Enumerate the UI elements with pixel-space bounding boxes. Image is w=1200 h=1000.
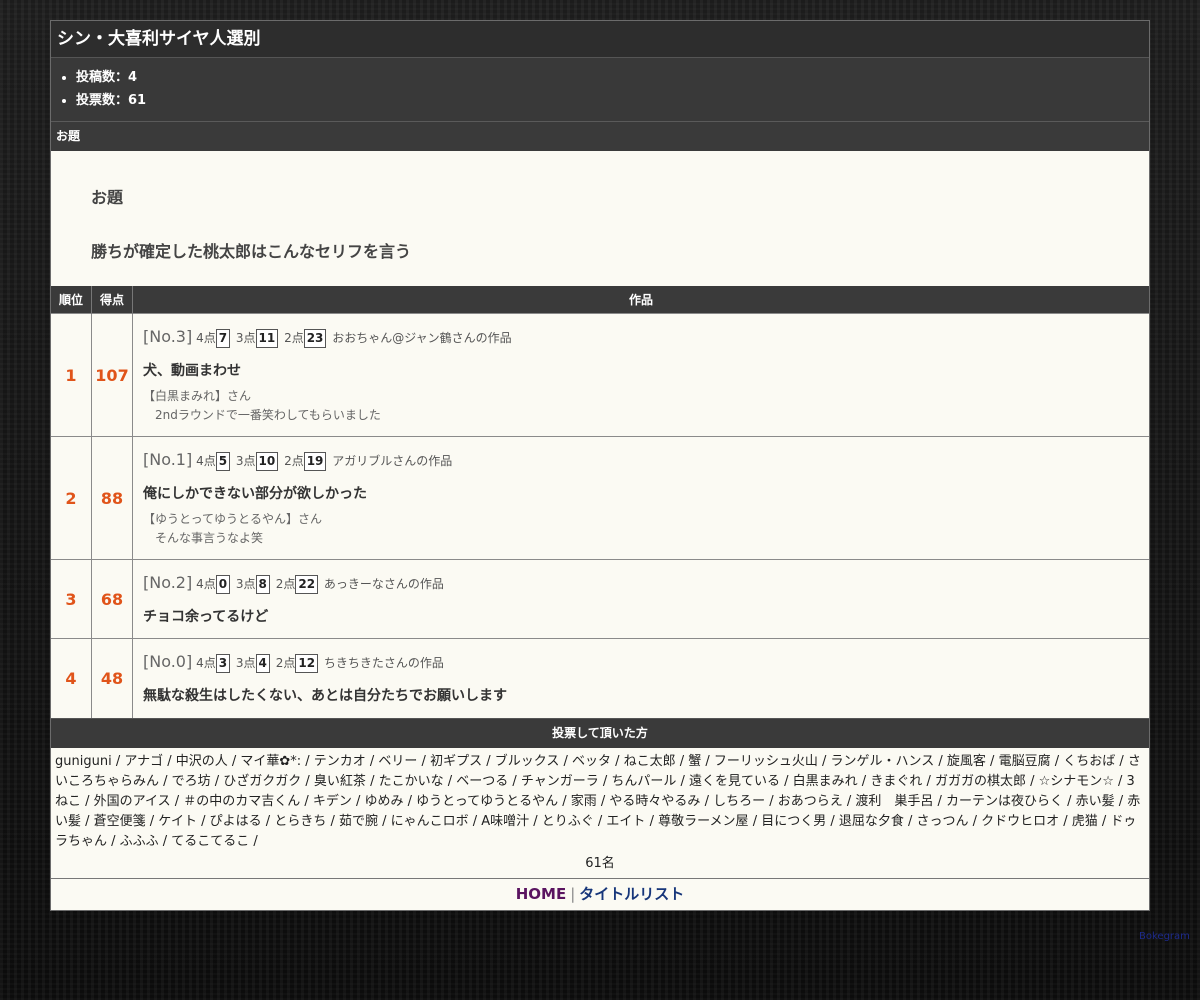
comment-user: 【ゆうとってゆうとるやん】さん bbox=[143, 512, 323, 526]
points4-label: 4点 bbox=[196, 331, 216, 345]
work-meta: [No.0] 4点 3 3点 4 2点 12 ちきちきたさんの作品 bbox=[143, 649, 1139, 676]
comment: 【ゆうとってゆうとるやん】さん そんな事言うなよ笑 bbox=[143, 510, 1139, 548]
author-name: ちきちきたさんの作品 bbox=[323, 656, 444, 671]
points4-count: 0 bbox=[215, 575, 231, 594]
page-title: シン・大喜利サイヤ人選別 bbox=[51, 21, 1149, 58]
header-score: 得点 bbox=[91, 286, 133, 314]
points3-count: 8 bbox=[255, 575, 270, 594]
points2-count: 12 bbox=[295, 654, 319, 674]
points2-label: 2点 bbox=[284, 331, 304, 345]
comment-body: そんな事言うなよ笑 bbox=[155, 531, 264, 545]
work-cell: [No.0] 4点 3 3点 4 2点 12 ちきちきたさんの作品 無駄な殺生はしたく… bbox=[132, 638, 1149, 718]
work-text: 無駄な殺生はしたくない、あとは自分たちでお願いします bbox=[143, 688, 507, 705]
theme-label: お題 bbox=[91, 188, 124, 207]
stats-list: 投稿数：4 投票数：61 bbox=[51, 66, 1149, 112]
points3-count: 11 bbox=[255, 329, 279, 348]
author-name: おおちゃん@ジャン鶴さんの作品 bbox=[332, 331, 512, 345]
points4-label: 4点 bbox=[196, 656, 216, 671]
score-cell: 68 bbox=[91, 559, 133, 639]
score-cell: 88 bbox=[91, 436, 133, 560]
points3-count: 4 bbox=[255, 654, 270, 674]
points4-count: 7 bbox=[215, 329, 231, 348]
points2-count: 22 bbox=[295, 575, 319, 594]
work-text: 犬、動画まわせ bbox=[143, 363, 241, 379]
header-work: 作品 bbox=[132, 286, 1149, 314]
work-meta: [No.3] 4点 7 3点 11 2点 23 おおちゃん@ジャン鶴さんの作品 bbox=[143, 324, 1139, 351]
table-row: 1 107 [No.3] 4点 7 3点 11 2点 23 おおちゃん@ジャン鶴さんの… bbox=[51, 313, 1149, 437]
rank-cell: 1 bbox=[51, 313, 92, 437]
theme-text: 勝ちが確定した桃太郎はこんなセリフを言う bbox=[91, 242, 412, 261]
voter-count: 61名 bbox=[585, 855, 615, 871]
table-header-row: 順位 得点 作品 bbox=[51, 286, 1149, 314]
entry-number: [No.1] bbox=[143, 450, 193, 469]
voters-header: 投票して頂いた方 bbox=[51, 717, 1149, 748]
footer-nav: HOME | タイトルリスト bbox=[51, 877, 1149, 910]
work-cell: [No.3] 4点 7 3点 11 2点 23 おおちゃん@ジャン鶴さんの作品 犬、動… bbox=[132, 313, 1149, 437]
work-text: チョコ余ってるけど bbox=[143, 609, 269, 625]
entry-number: [No.0] bbox=[143, 652, 193, 672]
score-cell: 48 bbox=[91, 638, 133, 718]
points2-label: 2点 bbox=[284, 454, 304, 468]
rank-cell: 3 bbox=[51, 559, 92, 639]
points4-label: 4点 bbox=[196, 454, 216, 468]
work-meta: [No.2] 4点 0 3点 8 2点 22 あっきーなさんの作品 bbox=[143, 570, 1139, 597]
points2-label: 2点 bbox=[275, 577, 296, 591]
points3-label: 3点 bbox=[235, 454, 256, 468]
entry-number: [No.3] bbox=[143, 327, 193, 346]
table-row: 4 48 [No.0] 4点 3 3点 4 2点 12 ちきちきたさんの作品 無駄な殺… bbox=[51, 638, 1149, 718]
voter-list: guniguni / アナゴ / 中沢の人 / マイ華✿*: / テンカオ / … bbox=[55, 753, 1141, 849]
author-name: アガリブルさんの作品 bbox=[332, 454, 453, 468]
home-link[interactable]: HOME bbox=[516, 885, 566, 903]
work-cell: [No.1] 4点 5 3点 10 2点 19 アガリブルさんの作品 俺にしかできない… bbox=[132, 436, 1149, 560]
points3-label: 3点 bbox=[235, 331, 256, 345]
vote-count: 投票数：61 bbox=[76, 89, 1149, 112]
post-count: 投稿数：4 bbox=[76, 66, 1149, 89]
work-meta: [No.1] 4点 5 3点 10 2点 19 アガリブルさんの作品 bbox=[143, 447, 1139, 474]
header-rank: 順位 bbox=[51, 286, 92, 314]
points2-label: 2点 bbox=[275, 656, 296, 671]
points3-label: 3点 bbox=[235, 656, 256, 671]
points3-label: 3点 bbox=[235, 577, 256, 591]
rank-cell: 4 bbox=[51, 638, 92, 718]
theme-section-header: お題 bbox=[51, 122, 1149, 151]
work-cell: [No.2] 4点 0 3点 8 2点 22 あっきーなさんの作品 チョコ余ってるけど bbox=[132, 559, 1149, 639]
comment-body: 2ndラウンドで一番笑わしてもらいました bbox=[155, 408, 381, 422]
theme-box: お題 勝ちが確定した桃太郎はこんなセリフを言う bbox=[51, 151, 1149, 286]
main-panel: シン・大喜利サイヤ人選別 投稿数：4 投票数：61 お題 お題 勝ちが確定した桃… bbox=[50, 20, 1150, 911]
points2-count: 23 bbox=[303, 329, 327, 348]
table-row: 2 88 [No.1] 4点 5 3点 10 2点 19 アガリブルさんの作品 俺にし… bbox=[51, 436, 1149, 560]
nav-separator: | bbox=[570, 884, 576, 903]
points3-count: 10 bbox=[255, 452, 279, 471]
points4-count: 3 bbox=[215, 654, 231, 674]
stats-box: 投稿数：4 投票数：61 bbox=[51, 58, 1149, 122]
work-text: 俺にしかできない部分が欲しかった bbox=[143, 486, 367, 502]
comment: 【白黒まみれ】さん 2ndラウンドで一番笑わしてもらいました bbox=[143, 387, 1139, 425]
points4-count: 5 bbox=[215, 452, 231, 471]
points2-count: 19 bbox=[303, 452, 327, 471]
comment-user: 【白黒まみれ】さん bbox=[143, 389, 252, 403]
entry-number: [No.2] bbox=[143, 573, 193, 592]
table-row: 3 68 [No.2] 4点 0 3点 8 2点 22 あっきーなさんの作品 チョコ余… bbox=[51, 559, 1149, 639]
rank-cell: 2 bbox=[51, 436, 92, 560]
score-cell: 107 bbox=[91, 313, 133, 437]
title-list-link[interactable]: タイトルリスト bbox=[579, 885, 684, 903]
author-name: あっきーなさんの作品 bbox=[323, 577, 444, 591]
points4-label: 4点 bbox=[196, 577, 216, 591]
ranking-table: 順位 得点 作品 1 107 [No.3] 4点 7 3点 11 2点 23 おおちゃ… bbox=[51, 286, 1149, 718]
site-credit-link[interactable]: Bokegram bbox=[1139, 931, 1190, 942]
